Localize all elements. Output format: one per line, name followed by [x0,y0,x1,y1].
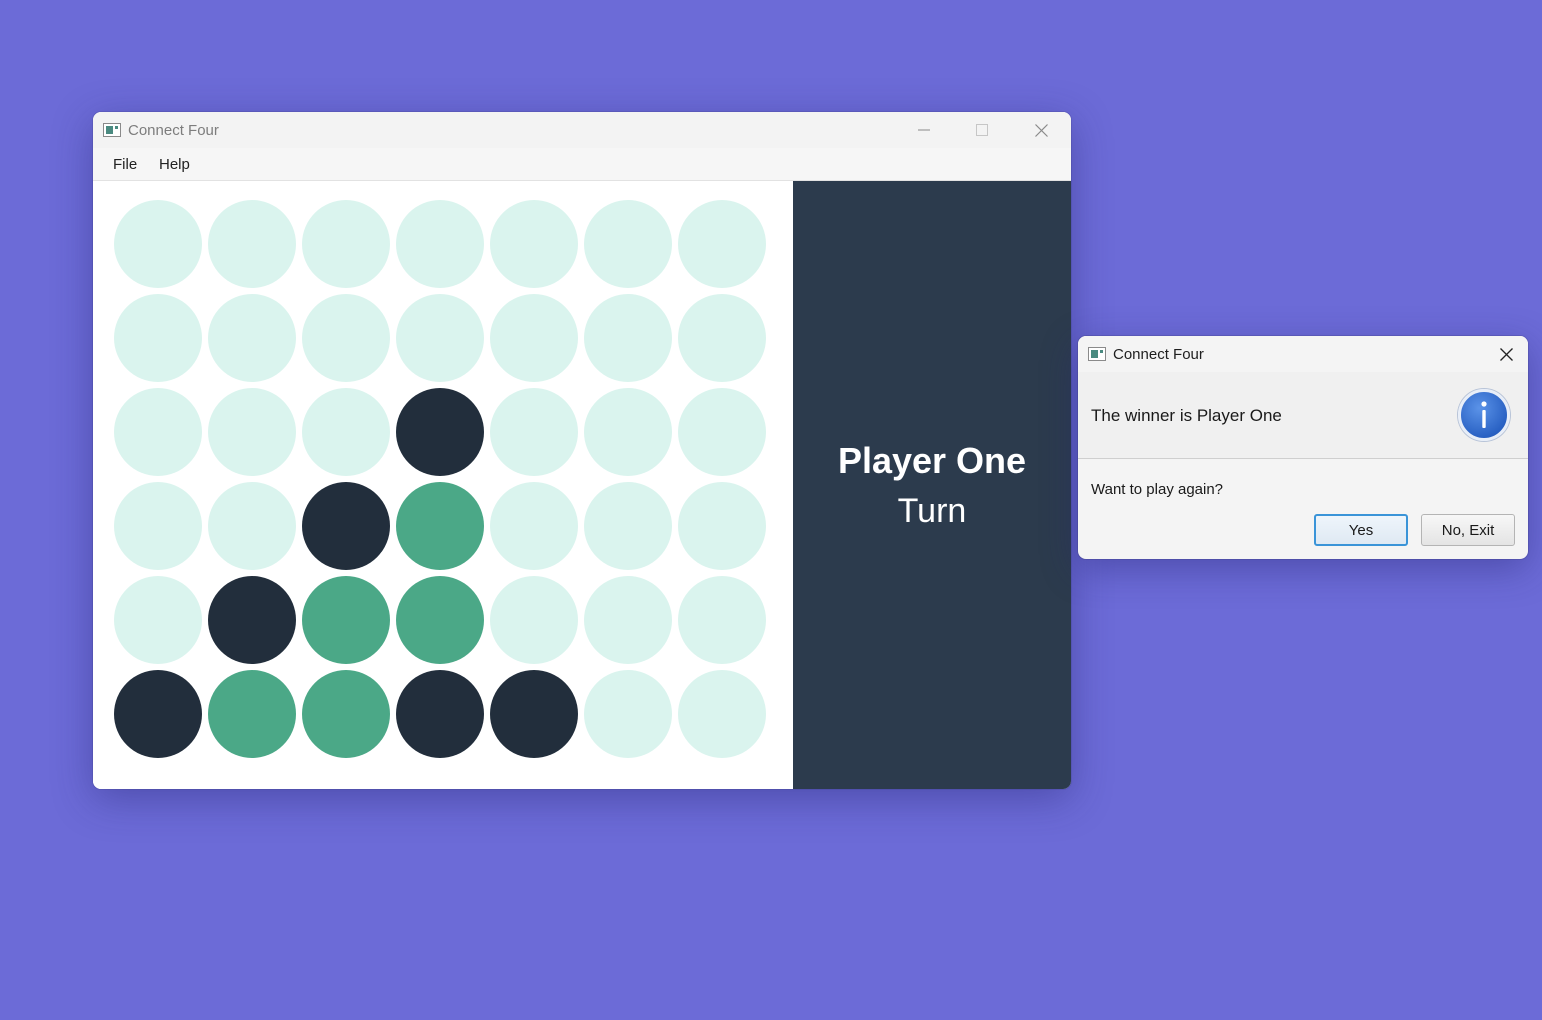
winner-message: The winner is Player One [1091,406,1282,425]
board-slot[interactable] [584,670,672,758]
app-icon [1088,347,1106,361]
board-slot[interactable] [584,576,672,664]
board-slot[interactable] [208,388,296,476]
board-slot[interactable] [396,294,484,382]
menu-file[interactable]: File [113,156,137,173]
dark-disc[interactable] [302,482,390,570]
close-icon [1499,347,1513,361]
green-disc[interactable] [396,482,484,570]
board-slot[interactable] [678,482,766,570]
board-slot[interactable] [584,200,672,288]
board-slot[interactable] [678,294,766,382]
board-slot[interactable] [208,200,296,288]
dialog-title: Connect Four [1113,346,1204,363]
board-slot[interactable] [584,482,672,570]
play-again-question: Want to play again? [1091,481,1224,498]
app-icon [103,123,121,137]
board-slot[interactable] [678,670,766,758]
board-slot[interactable] [490,388,578,476]
window-title: Connect Four [128,122,219,139]
close-icon [1034,123,1048,137]
board-slot[interactable] [490,482,578,570]
dark-disc[interactable] [396,388,484,476]
board-slot[interactable] [114,482,202,570]
dark-disc[interactable] [396,670,484,758]
board-slot[interactable] [114,576,202,664]
no-exit-button[interactable]: No, Exit [1421,514,1515,546]
board-slot[interactable] [584,294,672,382]
green-disc[interactable] [208,670,296,758]
turn-panel: Player One Turn [793,181,1071,789]
board-slot[interactable] [114,294,202,382]
dark-disc[interactable] [490,670,578,758]
board-slot[interactable] [302,388,390,476]
board-slot[interactable] [678,200,766,288]
green-disc[interactable] [302,576,390,664]
board-slot[interactable] [208,294,296,382]
board-slot[interactable] [114,200,202,288]
maximize-icon [976,124,988,136]
current-player-label: Player One [837,440,1027,481]
board-slot[interactable] [208,482,296,570]
dark-disc[interactable] [114,670,202,758]
title-bar[interactable]: Connect Four [93,112,1071,148]
main-window: Connect Four File Help Player One Turn [93,112,1071,789]
turn-label: Turn [897,492,967,530]
close-button[interactable] [1012,112,1070,148]
minimize-icon [918,129,930,131]
green-disc[interactable] [396,576,484,664]
minimize-button[interactable] [895,112,953,148]
winner-dialog: Connect Four The winner is Player One Wa… [1078,336,1528,559]
maximize-button[interactable] [953,112,1011,148]
yes-button[interactable]: Yes [1314,514,1408,546]
menu-help[interactable]: Help [159,156,190,173]
board-slot[interactable] [114,388,202,476]
board-slot[interactable] [302,294,390,382]
board-slot[interactable] [584,388,672,476]
dialog-close-button[interactable] [1492,344,1520,364]
board-slot[interactable] [302,200,390,288]
green-disc[interactable] [302,670,390,758]
menu-bar: File Help [93,148,1071,181]
board-slot[interactable] [490,576,578,664]
dark-disc[interactable] [208,576,296,664]
board-slot[interactable] [678,388,766,476]
dialog-header: The winner is Player One [1078,372,1528,459]
board-slot[interactable] [396,200,484,288]
game-board[interactable] [93,181,793,789]
info-icon [1458,389,1510,441]
board-slot[interactable] [490,294,578,382]
board-slot[interactable] [678,576,766,664]
dialog-title-bar[interactable]: Connect Four [1078,336,1528,372]
board-slot[interactable] [490,200,578,288]
